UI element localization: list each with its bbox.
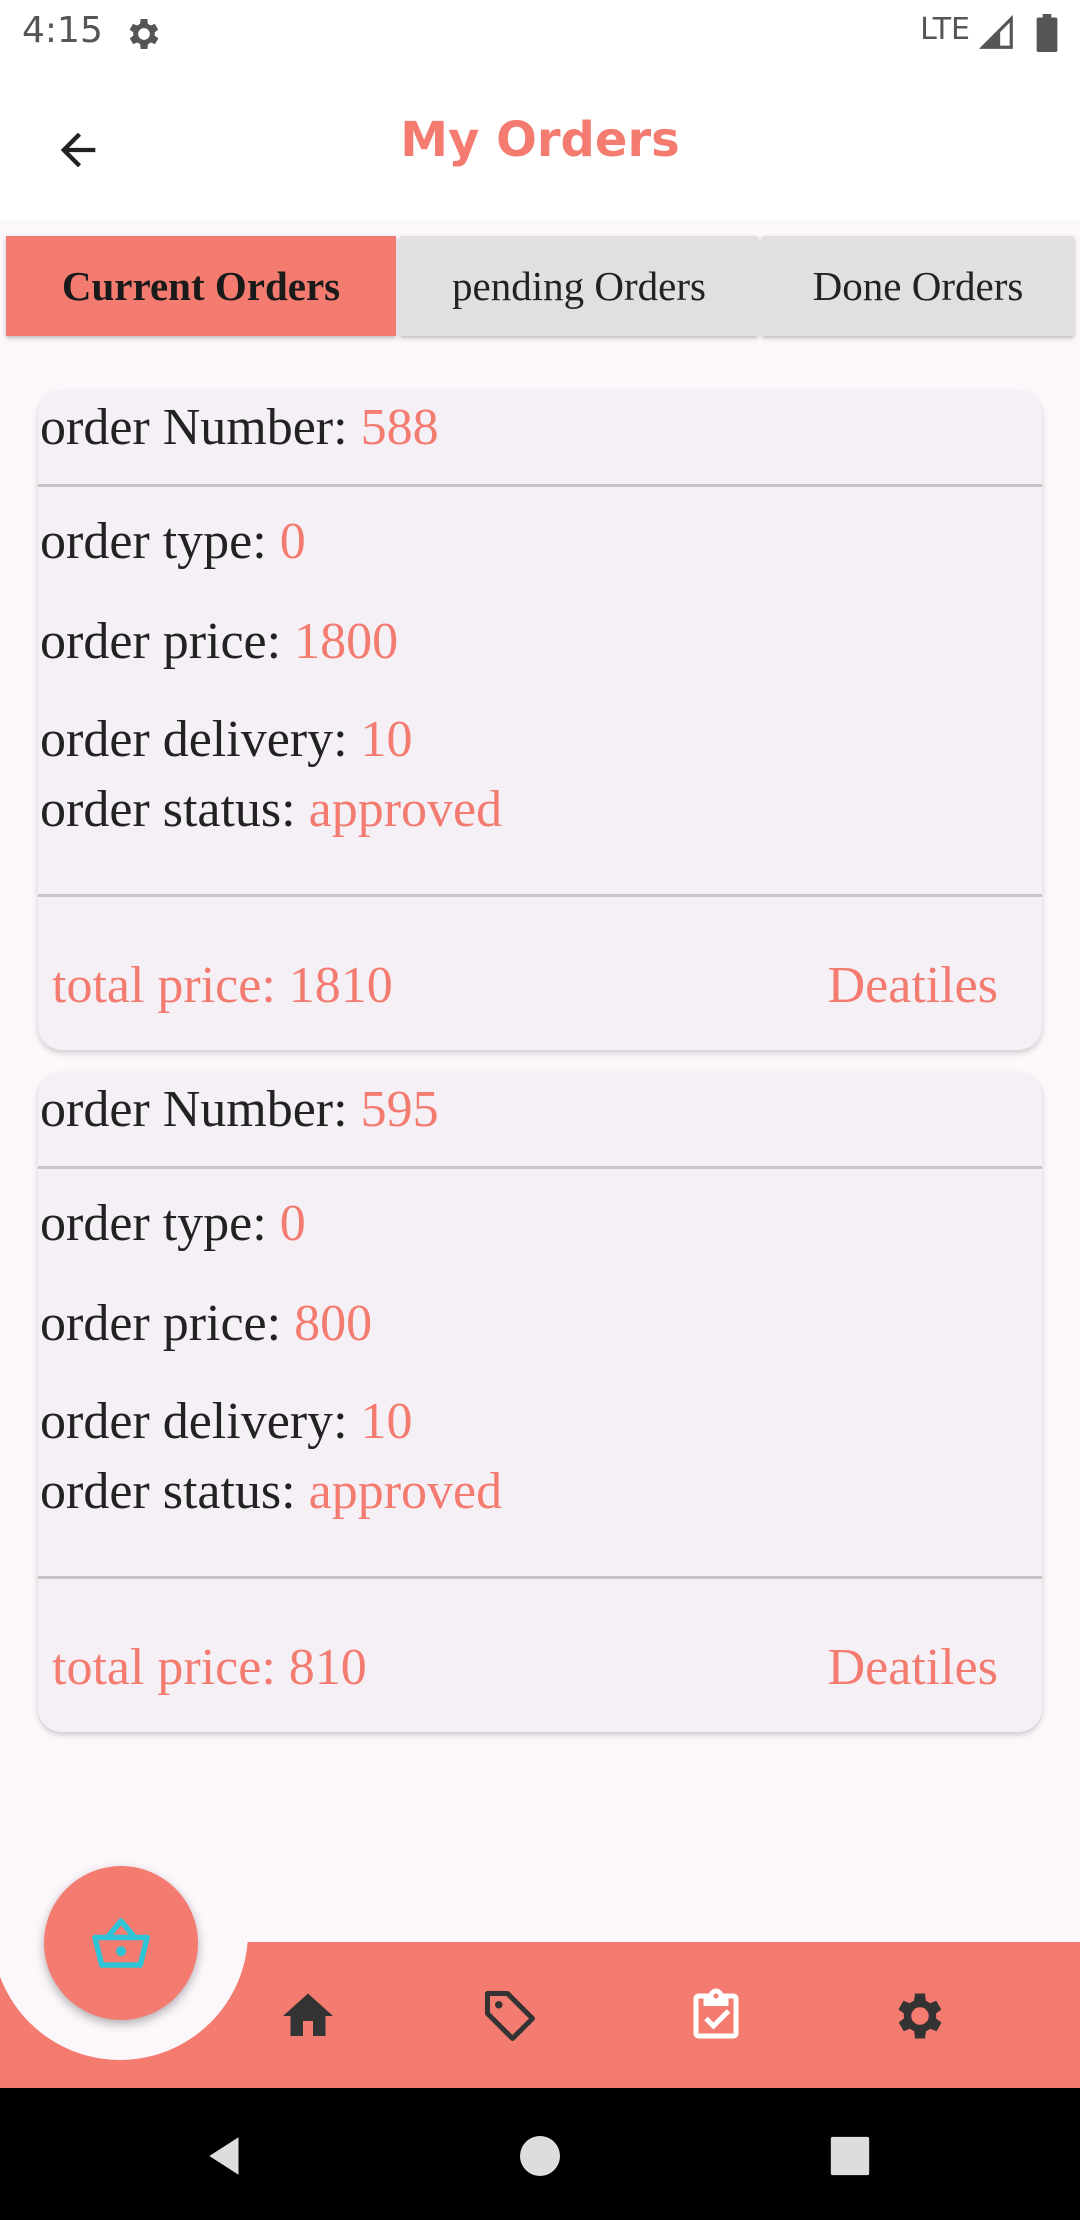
order-type-row: order type: 0 — [40, 1194, 306, 1253]
order-type-value: 0 — [279, 1195, 306, 1252]
total-price: total price: 1810 — [52, 957, 393, 1014]
order-number-row: order Number: 595 — [40, 1080, 439, 1139]
order-card: order Number: 588 order type: 0 order pr… — [38, 390, 1042, 1050]
total-price: total price: 810 — [52, 1639, 367, 1696]
order-delivery-label: order delivery: — [40, 1393, 361, 1450]
order-number-value: 588 — [360, 399, 439, 456]
order-delivery-row: order delivery: 10 — [40, 1392, 413, 1451]
network-type: LTE — [920, 12, 970, 47]
order-type-label: order type: — [40, 513, 280, 570]
divider — [38, 1576, 1042, 1579]
order-price-value: 1800 — [294, 613, 399, 670]
system-back-button[interactable] — [198, 2128, 254, 2184]
order-price-row: order price: 800 — [40, 1294, 372, 1353]
order-number-label: order Number: — [40, 1081, 361, 1138]
settings-status-icon — [129, 19, 159, 49]
tab-current-orders[interactable]: Current Orders — [6, 236, 396, 336]
order-status-value: approved — [308, 781, 503, 838]
nav-offers[interactable] — [478, 1984, 542, 2048]
status-time: 4:15 — [22, 10, 103, 51]
order-delivery-value: 10 — [360, 711, 413, 768]
order-status-label: order status: — [40, 781, 309, 838]
order-price-label: order price: — [40, 613, 295, 670]
gear-icon — [898, 1993, 942, 2039]
order-card: order Number: 595 order type: 0 order pr… — [38, 1072, 1042, 1732]
order-status-label: order status: — [40, 1463, 309, 1520]
order-type-row: order type: 0 — [40, 512, 306, 571]
details-button[interactable]: Deatiles — [828, 1638, 998, 1697]
home-icon — [283, 1993, 333, 2036]
order-status-row: order status: approved — [40, 780, 502, 839]
divider — [38, 484, 1042, 487]
tag-icon — [485, 1991, 535, 2041]
cart-fab-button[interactable] — [44, 1866, 198, 2020]
status-bar: 4:15 LTE — [0, 0, 1080, 66]
signal-icon — [978, 14, 1013, 49]
order-type-label: order type: — [40, 1195, 280, 1252]
order-delivery-row: order delivery: 10 — [40, 710, 413, 769]
order-number-label: order Number: — [40, 399, 361, 456]
order-type-value: 0 — [279, 513, 306, 570]
order-price-row: order price: 1800 — [40, 612, 398, 671]
basket-icon — [92, 1918, 150, 1968]
system-nav-bar — [0, 2088, 1080, 2220]
order-number-row: order Number: 588 — [40, 398, 439, 457]
order-number-value: 595 — [360, 1081, 439, 1138]
tab-done-orders[interactable]: Done Orders — [762, 236, 1074, 336]
order-delivery-value: 10 — [360, 1393, 413, 1450]
order-price-value: 800 — [294, 1295, 373, 1352]
circle-home-icon — [520, 2136, 560, 2176]
order-price-label: order price: — [40, 1295, 295, 1352]
nav-settings[interactable] — [888, 1984, 952, 2048]
details-button[interactable]: Deatiles — [828, 956, 998, 1015]
square-recents-icon — [830, 2136, 870, 2176]
nav-orders[interactable] — [684, 1984, 748, 2048]
order-delivery-label: order delivery: — [40, 711, 361, 768]
divider — [38, 894, 1042, 897]
nav-home[interactable] — [276, 1984, 340, 2048]
order-tabs: Current Orders pending Orders Done Order… — [6, 236, 1074, 336]
clipboard-check-icon — [693, 1988, 739, 2039]
battery-icon — [1036, 14, 1058, 52]
system-recents-button[interactable] — [822, 2128, 878, 2184]
divider — [38, 1166, 1042, 1169]
order-status-value: approved — [308, 1463, 503, 1520]
triangle-back-icon — [209, 2137, 239, 2175]
app-bar: My Orders — [0, 66, 1080, 220]
system-home-button[interactable] — [512, 2128, 568, 2184]
order-status-row: order status: approved — [40, 1462, 502, 1521]
page-title: My Orders — [400, 112, 680, 168]
tab-pending-orders[interactable]: pending Orders — [400, 236, 758, 336]
